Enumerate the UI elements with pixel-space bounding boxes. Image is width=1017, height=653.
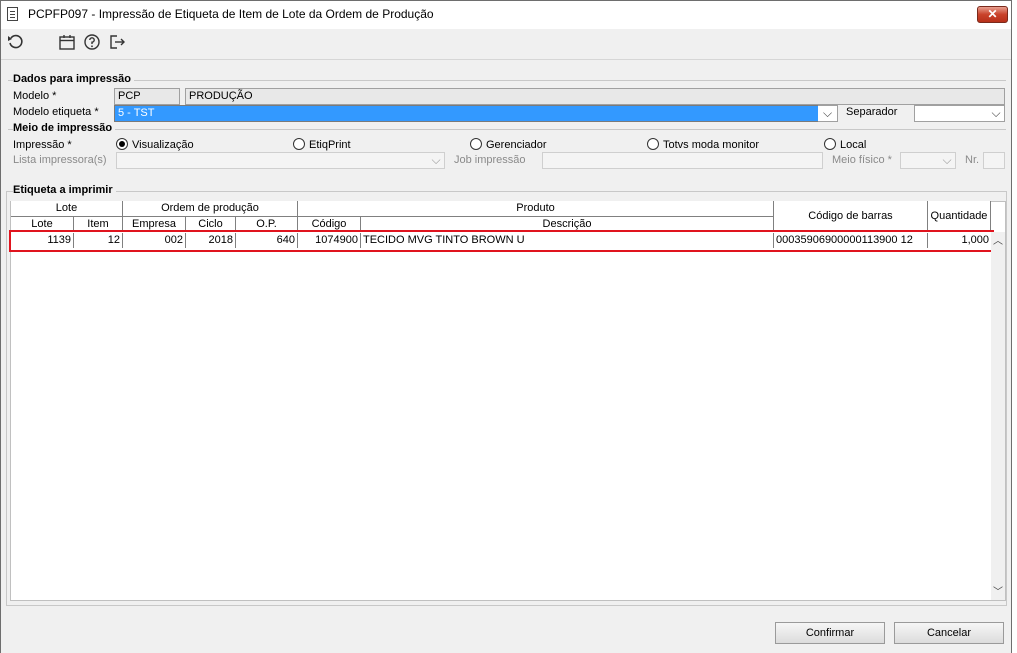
radio-label-totvs-moda-monitor[interactable]: Totvs moda monitor (663, 139, 759, 151)
radio-visualizacao[interactable] (116, 138, 128, 150)
chevron-down-icon[interactable]: ⌵ (818, 105, 838, 122)
section-title-etiqueta: Etiqueta a imprimir (13, 184, 116, 196)
header-codigo-barras[interactable]: Código de barras (774, 201, 928, 231)
header-group-ordem: Ordem de produção (123, 201, 298, 217)
chevron-down-icon[interactable]: ⌵ (428, 153, 444, 168)
lista-impressoras-label: Lista impressora(s) (13, 154, 107, 166)
row-highlight-frame (9, 230, 994, 252)
toolbar-divider (1, 59, 1011, 60)
modelo-label: Modelo * (13, 90, 57, 102)
chevron-down-icon[interactable]: ⌵ (988, 106, 1004, 121)
header-codigo[interactable]: Código (298, 217, 361, 231)
header-descricao[interactable]: Descrição (361, 217, 774, 231)
radio-label-local[interactable]: Local (840, 139, 866, 151)
exit-icon[interactable] (107, 33, 127, 53)
section-title-dados: Dados para impressão (13, 73, 134, 85)
section-divider (8, 129, 1006, 130)
impressao-label: Impressão * (13, 139, 72, 151)
job-impressao-field[interactable] (542, 152, 823, 169)
meio-fisico-label: Meio físico * (832, 154, 892, 166)
modelo-description-field: PRODUÇÃO (185, 88, 1005, 105)
separador-label: Separador (846, 106, 898, 118)
job-impressao-label: Job impressão (454, 154, 526, 166)
confirmar-button[interactable]: Confirmar (775, 622, 885, 644)
nr-field[interactable] (983, 152, 1005, 169)
calendar-icon[interactable] (57, 33, 77, 53)
modelo-etiqueta-label: Modelo etiqueta * (13, 106, 99, 118)
section-title-meio: Meio de impressão (13, 122, 116, 134)
header-quantidade[interactable]: Quantidade (928, 201, 991, 231)
radio-gerenciador[interactable] (470, 138, 482, 150)
header-item[interactable]: Item (74, 217, 123, 231)
radio-local[interactable] (824, 138, 836, 150)
window-title: PCPFP097 - Impressão de Etiqueta de Item… (28, 7, 434, 21)
help-icon[interactable] (82, 33, 102, 53)
radio-label-visualizacao[interactable]: Visualização (132, 139, 194, 151)
radio-totvs-moda-monitor[interactable] (647, 138, 659, 150)
etiqueta-grid[interactable] (10, 201, 1006, 601)
scroll-down-icon[interactable]: ﹀ (991, 585, 1005, 600)
close-button[interactable]: ✕ (977, 6, 1008, 23)
vertical-scrollbar[interactable] (991, 232, 1005, 600)
header-lote[interactable]: Lote (11, 217, 74, 231)
refresh-icon[interactable] (6, 33, 26, 53)
radio-etiqprint[interactable] (293, 138, 305, 150)
header-ciclo[interactable]: Ciclo (186, 217, 236, 231)
radio-label-gerenciador[interactable]: Gerenciador (486, 139, 547, 151)
scroll-up-icon[interactable]: ︿ (991, 234, 1005, 249)
radio-label-etiqprint[interactable]: EtiqPrint (309, 139, 351, 151)
nr-label: Nr. (965, 154, 980, 166)
header-group-produto: Produto (298, 201, 774, 217)
document-icon (7, 7, 18, 21)
modelo-etiqueta-select[interactable]: 5 - TST (114, 105, 838, 122)
header-group-lote: Lote (11, 201, 123, 217)
header-empresa[interactable]: Empresa (123, 217, 186, 231)
chevron-down-icon[interactable]: ⌵ (939, 153, 955, 168)
cancelar-button[interactable]: Cancelar (894, 622, 1004, 644)
section-divider (8, 80, 1006, 81)
header-op[interactable]: O.P. (236, 217, 298, 231)
modelo-code-field[interactable]: PCP (114, 88, 180, 105)
lista-impressoras-select[interactable] (116, 152, 445, 169)
